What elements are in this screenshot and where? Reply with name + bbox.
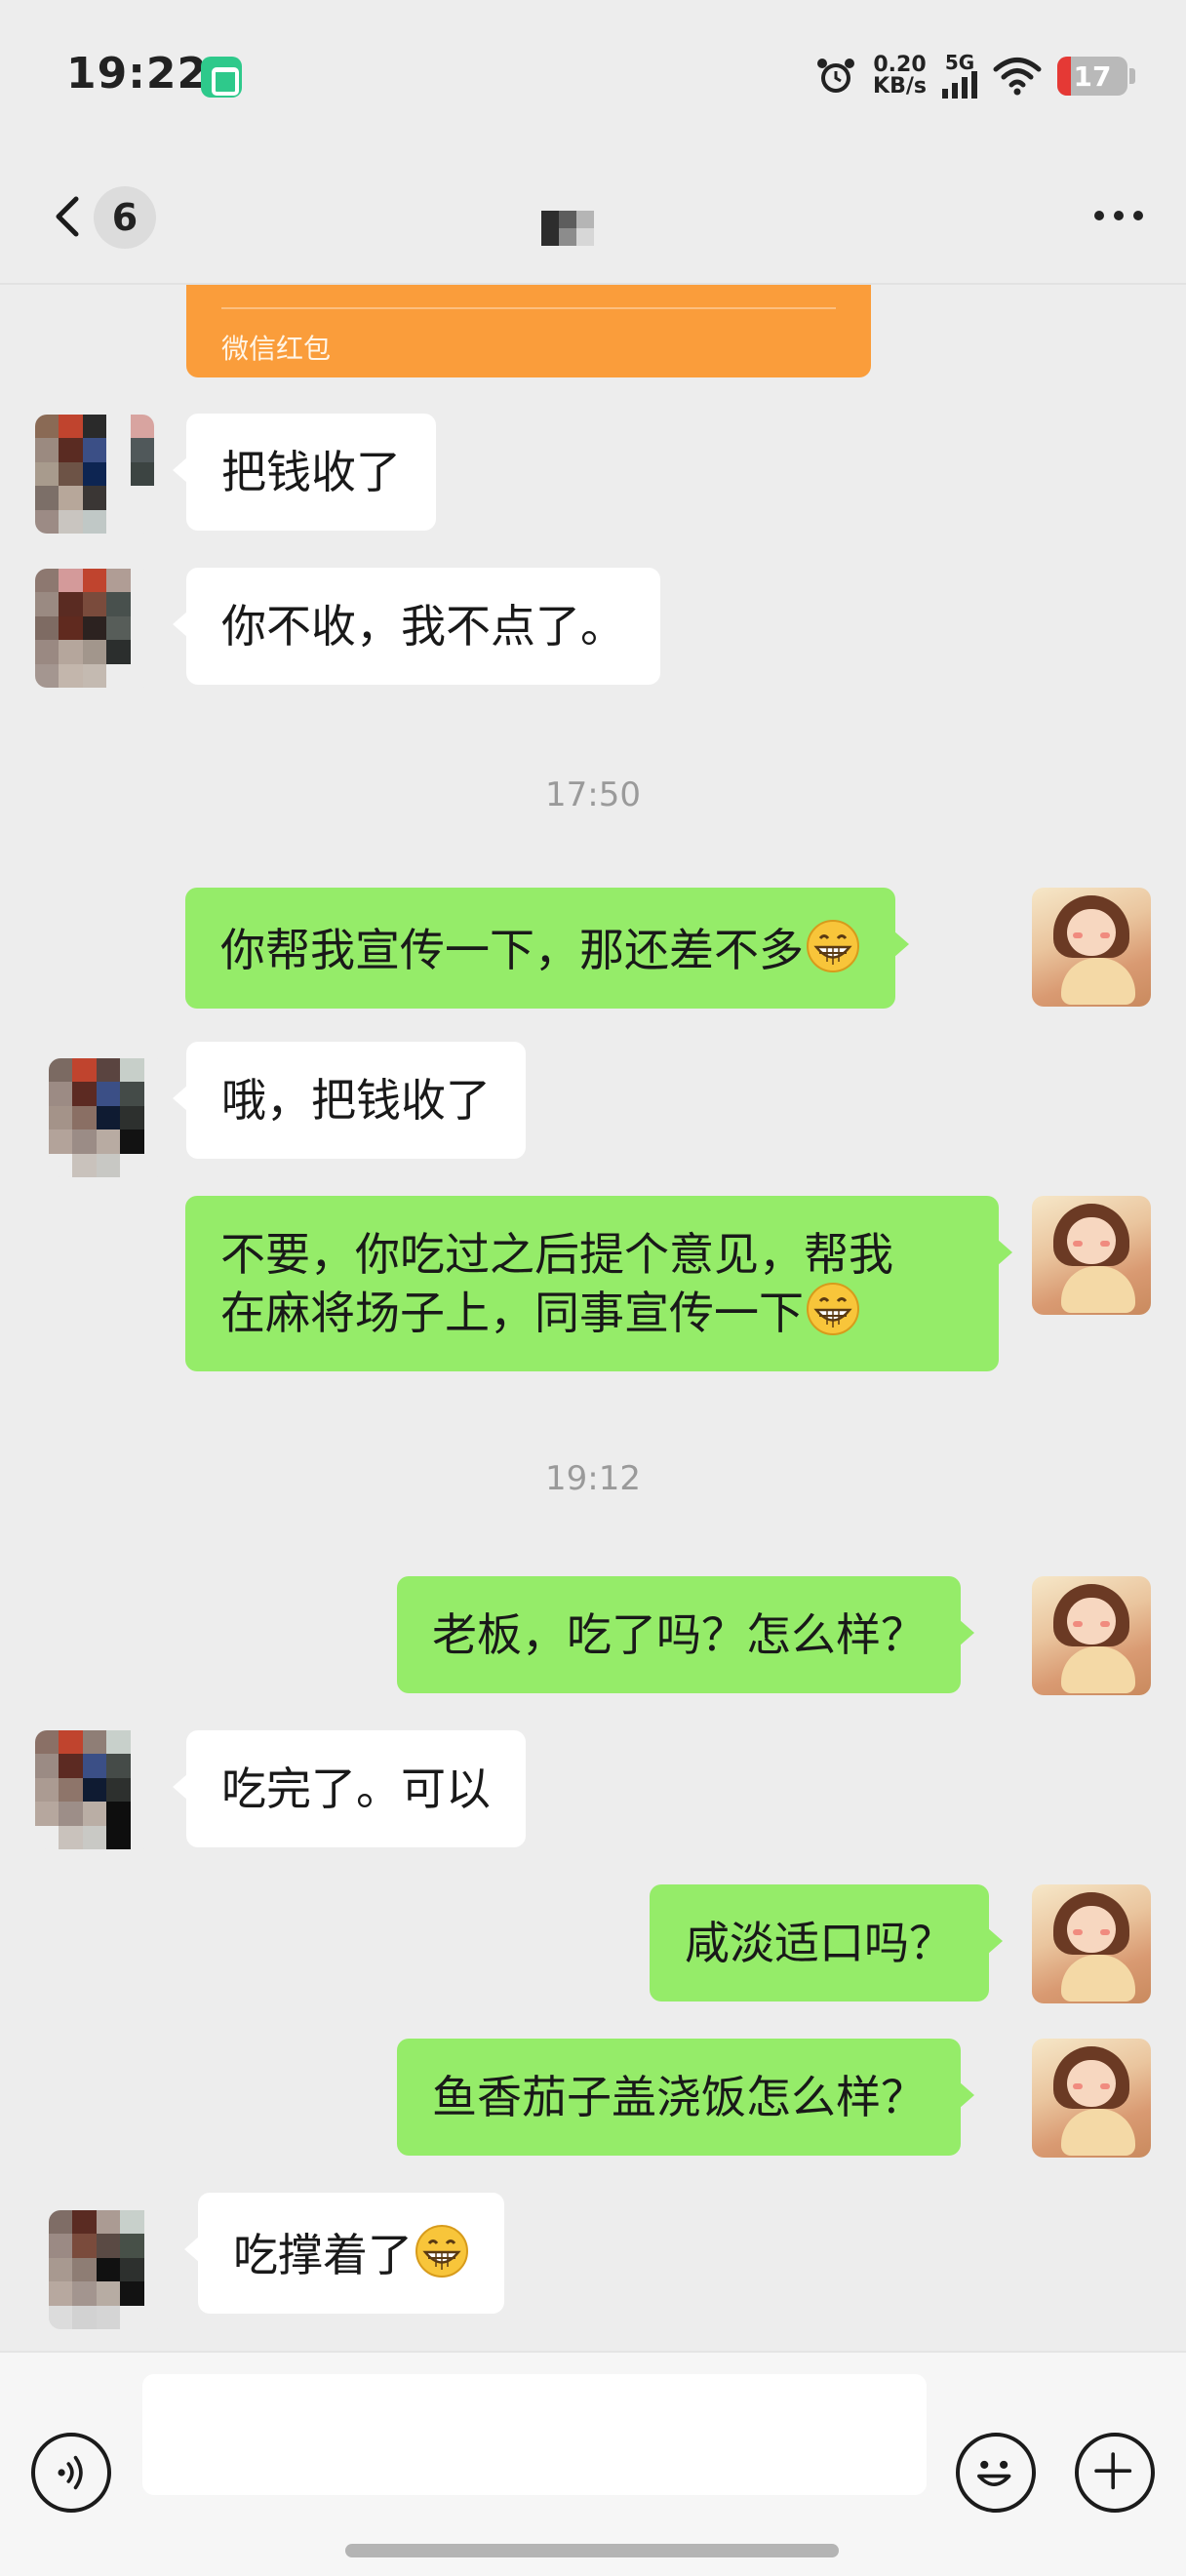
timestamp: 17:50 — [545, 775, 641, 814]
input-bar — [0, 2351, 1186, 2576]
back-chevron-icon[interactable] — [41, 187, 99, 246]
more-icon[interactable] — [1094, 211, 1143, 220]
red-packet-message[interactable]: 微信红包 — [186, 285, 871, 377]
emoji-icon[interactable] — [956, 2433, 1036, 2513]
self-avatar[interactable] — [1032, 1884, 1151, 2003]
message-bubble-outgoing[interactable]: 老板，吃了吗？怎么样？ — [397, 1576, 974, 1693]
battery-icon: 17 — [1057, 57, 1135, 96]
battery-level: 17 — [1073, 59, 1112, 93]
grin-emoji-icon — [807, 920, 859, 972]
message-text: 吃撑着了 — [233, 2229, 413, 2281]
status-bar: 19:22 0.20 KB/s 5G 17 — [0, 0, 1186, 146]
message-bubble-incoming[interactable]: 把钱收了 — [173, 414, 436, 531]
net-speed-value: 0.20 — [873, 53, 927, 77]
self-avatar[interactable] — [1032, 2039, 1151, 2158]
net-speed-unit: KB/s — [873, 74, 927, 99]
grin-emoji-icon — [807, 1283, 859, 1335]
contact-avatar[interactable] — [49, 1058, 168, 1177]
red-packet-label: 微信红包 — [221, 333, 332, 365]
unread-count-badge[interactable]: 6 — [94, 186, 156, 249]
message-list[interactable]: 微信红包 把钱收了 你不收，我不点了。 17:50 你帮我宣传一下，那还差不多 … — [0, 285, 1186, 2351]
self-avatar[interactable] — [1032, 1196, 1151, 1315]
self-avatar[interactable] — [1032, 1576, 1151, 1695]
net-speed: 0.20 KB/s — [873, 55, 927, 98]
message-bubble-outgoing[interactable]: 鱼香茄子盖浇饭怎么样？ — [397, 2039, 974, 2156]
message-input[interactable] — [142, 2374, 927, 2495]
message-bubble-incoming[interactable]: 哦，把钱收了 — [173, 1042, 526, 1159]
status-time: 19:22 — [66, 49, 209, 99]
contact-name-pixelated[interactable] — [541, 193, 600, 246]
plus-icon[interactable] — [1075, 2433, 1155, 2513]
message-text: 不要，你吃过之后提个意见，帮我 在麻将场子上，同事宣传一下 — [220, 1228, 893, 1339]
status-icons: 0.20 KB/s 5G 17 — [814, 49, 1135, 103]
message-bubble-outgoing[interactable]: 不要，你吃过之后提个意见，帮我 在麻将场子上，同事宣传一下 — [185, 1196, 1012, 1371]
chat-header — [0, 146, 1186, 285]
message-bubble-incoming[interactable]: 吃撑着了 — [184, 2193, 504, 2314]
home-indicator[interactable] — [345, 2544, 839, 2557]
self-avatar[interactable] — [1032, 888, 1151, 1007]
alarm-icon — [817, 59, 855, 93]
timestamp: 19:12 — [545, 1459, 641, 1498]
message-bubble-incoming[interactable]: 你不收，我不点了。 — [173, 568, 660, 685]
message-bubble-outgoing[interactable]: 咸淡适口吗？ — [650, 1884, 1003, 2001]
contact-avatar[interactable] — [35, 415, 154, 534]
signal-icon: 5G — [942, 51, 977, 99]
wifi-icon — [993, 58, 1042, 96]
contact-avatar[interactable] — [35, 569, 154, 688]
message-bubble-incoming[interactable]: 吃完了。可以 — [173, 1730, 526, 1847]
contact-avatar[interactable] — [35, 1730, 154, 1849]
message-bubble-outgoing[interactable]: 你帮我宣传一下，那还差不多 — [185, 888, 909, 1009]
grin-emoji-icon — [415, 2225, 468, 2278]
network-type: 5G — [944, 51, 975, 74]
voice-icon[interactable] — [31, 2433, 111, 2513]
mi-home-icon — [201, 57, 242, 98]
contact-avatar[interactable] — [49, 2210, 168, 2329]
message-text: 你帮我宣传一下，那还差不多 — [220, 924, 804, 976]
